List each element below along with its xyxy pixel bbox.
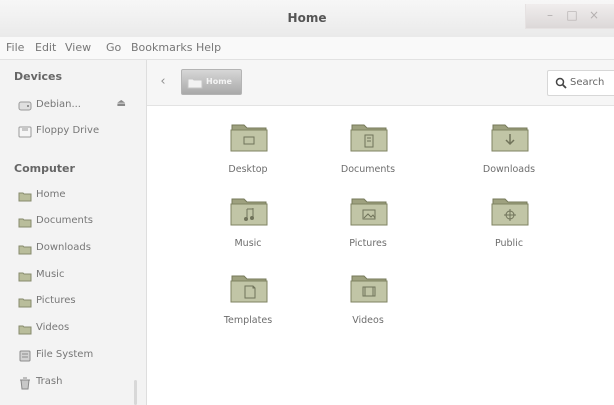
file-item-downloads[interactable]: Downloads (454, 118, 564, 176)
search-icon (555, 77, 567, 89)
sidebar-item-label: Floppy Drive (36, 125, 100, 136)
sidebar-item-documents[interactable]: Documents (18, 213, 130, 231)
title-bar[interactable]: Home – □ × (0, 0, 614, 38)
sidebar-item-label: Downloads (36, 242, 91, 253)
file-item-documents[interactable]: Documents (313, 118, 423, 176)
file-label: Downloads (482, 164, 536, 175)
close-icon[interactable]: × (586, 8, 602, 22)
computer-heading: Computer (14, 162, 75, 175)
music-folder-icon (230, 198, 268, 226)
file-view: ‹ Home Search Desktop Documents Download… (147, 60, 614, 405)
chevron-left-icon[interactable]: ‹ (155, 73, 171, 91)
sidebar-item-music[interactable]: Music (18, 267, 130, 285)
file-manager-window: Home – □ × File Edit View Go Bookmarks H… (0, 0, 614, 405)
sidebar-item-label: Music (36, 269, 65, 280)
sidebar-item-home[interactable]: Home (18, 187, 130, 205)
file-label: Music (234, 238, 262, 249)
sidebar-item-label: Videos (36, 322, 70, 333)
drive-icon (18, 101, 32, 111)
file-item-pictures[interactable]: Pictures (313, 192, 423, 250)
folder-icon (18, 245, 32, 255)
search-button[interactable]: Search (547, 70, 614, 96)
menu-view[interactable]: View (65, 41, 91, 54)
file-label: Videos (352, 315, 384, 326)
window-title: Home (287, 11, 327, 25)
file-label: Templates (223, 315, 273, 326)
menu-file[interactable]: File (6, 41, 24, 54)
sidebar-item-debian[interactable]: Debian... ⏏ (18, 97, 130, 115)
menu-bar: File Edit View Go Bookmarks Help (0, 37, 614, 60)
trash-icon (20, 377, 30, 390)
menu-edit[interactable]: Edit (35, 41, 56, 54)
sidebar-item-downloads[interactable]: Downloads (18, 240, 130, 258)
home-folder-icon (187, 78, 203, 89)
sidebar-item-label: Trash (36, 376, 63, 387)
file-system-icon (19, 350, 31, 362)
file-label: Pictures (349, 238, 387, 249)
sidebar-item-pictures[interactable]: Pictures (18, 293, 130, 311)
public-folder-icon (491, 198, 529, 226)
file-item-desktop[interactable]: Desktop (193, 118, 303, 176)
sidebar-item-label: Pictures (36, 295, 76, 306)
sidebar-item-videos[interactable]: Videos (18, 320, 130, 338)
videos-folder-icon (350, 275, 388, 303)
path-label: Home (206, 77, 232, 86)
file-item-music[interactable]: Music (193, 192, 303, 250)
file-item-templates[interactable]: Templates (193, 269, 303, 327)
window-controls: – □ × (525, 4, 614, 29)
sidebar-item-label: File System (36, 349, 94, 360)
location-toolbar: ‹ Home Search (147, 60, 614, 106)
folder-icon (18, 218, 32, 228)
file-label: Documents (340, 164, 396, 175)
file-label: Desktop (228, 164, 268, 175)
folder-icon (18, 325, 32, 335)
file-label: Public (494, 238, 524, 249)
templates-folder-icon (230, 275, 268, 303)
sidebar-item-trash[interactable]: Trash (18, 374, 130, 392)
menu-go[interactable]: Go (106, 41, 121, 54)
floppy-icon (18, 126, 32, 138)
folder-icon (18, 298, 32, 308)
sidebar-item-label: Home (36, 189, 66, 200)
devices-heading: Devices (14, 70, 63, 83)
desktop-folder-icon (230, 124, 268, 152)
menu-bookmarks[interactable]: Bookmarks (131, 41, 192, 54)
file-item-videos[interactable]: Videos (313, 269, 423, 327)
documents-folder-icon (350, 124, 388, 152)
file-item-public[interactable]: Public (454, 192, 564, 250)
sidebar-item-file-system[interactable]: File System (18, 347, 130, 365)
search-label: Search (570, 77, 605, 88)
minimize-icon[interactable]: – (542, 8, 558, 22)
path-home-button[interactable]: Home (181, 69, 242, 95)
home-folder-icon (18, 192, 32, 202)
downloads-folder-icon (491, 124, 529, 152)
sidebar-item-floppy-drive[interactable]: Floppy Drive (18, 123, 130, 141)
pictures-folder-icon (350, 198, 388, 226)
menu-help[interactable]: Help (196, 41, 221, 54)
folder-icon (18, 272, 32, 282)
eject-icon[interactable]: ⏏ (117, 98, 126, 109)
maximize-icon[interactable]: □ (564, 8, 580, 22)
sidebar-item-label: Documents (36, 215, 94, 226)
sidebar-scrollbar[interactable] (134, 380, 137, 405)
sidebar-item-label: Debian... (36, 99, 81, 110)
sidebar: Devices Debian... ⏏ Floppy Drive Compute… (0, 60, 147, 405)
